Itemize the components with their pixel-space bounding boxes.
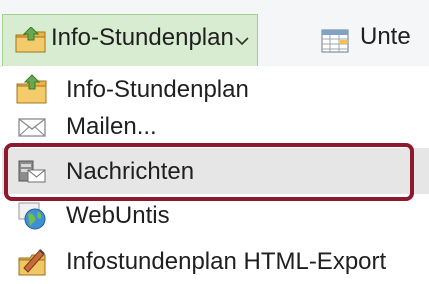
envelope-icon bbox=[16, 111, 48, 141]
folder-upload-icon bbox=[16, 74, 48, 104]
message-board-icon bbox=[16, 156, 48, 186]
menu-item-label: Infostundenplan HTML-Export bbox=[66, 248, 387, 275]
menu-item-webuntis[interactable]: WebUntis bbox=[2, 192, 429, 238]
menu-item-label: Mailen... bbox=[66, 113, 157, 140]
chevron-down-icon bbox=[235, 33, 249, 46]
toolbar: Info-Stundenplan Unte bbox=[0, 0, 429, 67]
globe-web-icon bbox=[16, 200, 48, 230]
info-stundenplan-dropdown-button[interactable]: Info-Stundenplan bbox=[2, 14, 258, 66]
untis-button-label: Unte bbox=[360, 23, 411, 50]
calendar-table-icon bbox=[320, 26, 352, 54]
menu-item-nachrichten[interactable]: Nachrichten bbox=[2, 148, 429, 194]
untis-toolbar-button[interactable]: Unte bbox=[320, 14, 429, 66]
menu-item-label: Info-Stundenplan bbox=[66, 76, 249, 103]
menu-item-mailen[interactable]: Mailen... bbox=[2, 103, 429, 149]
menu-item-infostundenplan-html-export[interactable]: Infostundenplan HTML-Export bbox=[2, 238, 429, 284]
menu-item-label: Nachrichten bbox=[66, 158, 195, 185]
info-stundenplan-button-label: Info-Stundenplan bbox=[51, 24, 234, 51]
folder-upload-icon bbox=[15, 26, 47, 53]
html-export-icon bbox=[16, 246, 48, 276]
info-stundenplan-dropdown-menu: Info-Stundenplan Mailen... Nachrichten W… bbox=[2, 66, 429, 277]
menu-item-label: WebUntis bbox=[66, 202, 170, 229]
